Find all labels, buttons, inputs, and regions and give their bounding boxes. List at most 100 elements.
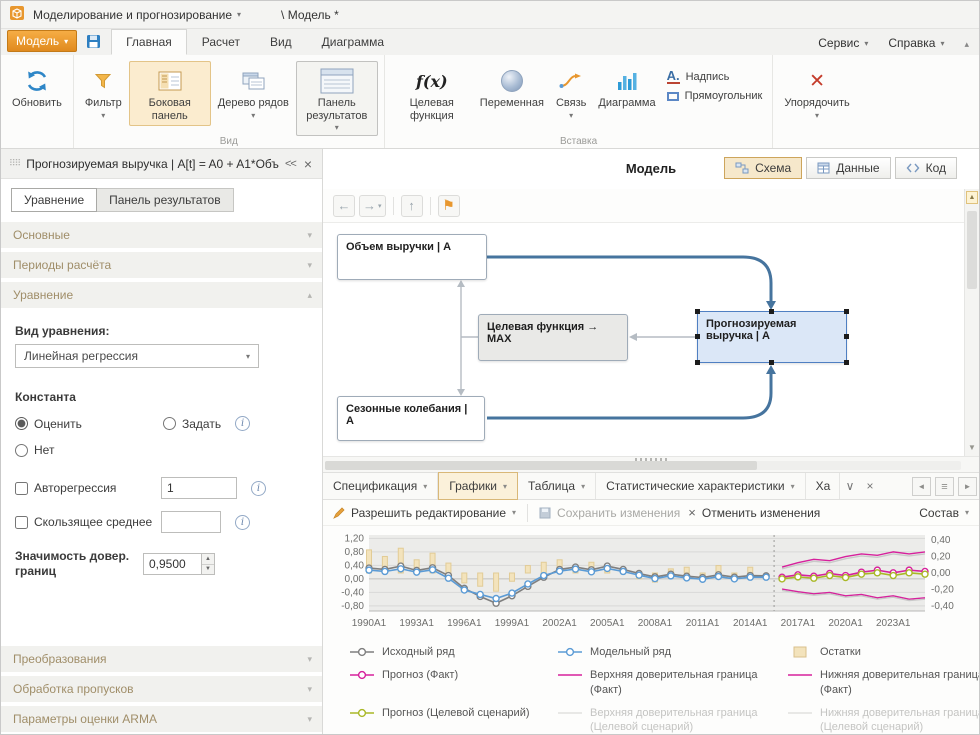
spin-down-icon[interactable]: ▼ bbox=[202, 564, 214, 575]
legend-item[interactable]: Остатки bbox=[787, 645, 980, 659]
more-tabs-icon[interactable]: ∨ bbox=[840, 473, 861, 499]
equation-kind-select[interactable]: Линейная регрессия ▾ bbox=[15, 344, 259, 368]
back-button[interactable]: ← bbox=[333, 195, 355, 217]
results-panel-button[interactable]: Панель результатов ▾ bbox=[296, 61, 378, 136]
tab-equation[interactable]: Уравнение bbox=[11, 188, 97, 212]
section-arma[interactable]: Параметры оценки ARMA▾ bbox=[1, 706, 322, 732]
save-changes-button[interactable]: Сохранить изменения bbox=[539, 506, 680, 520]
target-function-button[interactable]: f(x) Целевая функция bbox=[391, 61, 473, 126]
forward-button[interactable]: →▾ bbox=[359, 195, 386, 217]
view-scheme-button[interactable]: Схема bbox=[724, 157, 802, 179]
tab-truncated[interactable]: Ха bbox=[806, 473, 840, 499]
resize-handle[interactable] bbox=[844, 309, 849, 314]
refresh-button[interactable]: Обновить bbox=[7, 61, 67, 114]
horizontal-scrollbar-thumb[interactable] bbox=[325, 461, 757, 470]
scroll-tabs-right-button[interactable]: ► bbox=[958, 477, 977, 496]
composition-button[interactable]: Состав ▾ bbox=[919, 506, 969, 520]
legend-item[interactable]: Нижняя доверительная граница (Целевой сц… bbox=[787, 706, 980, 735]
tab-statistics[interactable]: Статистические характеристики▾ bbox=[596, 473, 806, 499]
view-data-button[interactable]: Данные bbox=[806, 157, 890, 179]
svg-text:0,20: 0,20 bbox=[931, 551, 951, 562]
resize-handle[interactable] bbox=[844, 360, 849, 365]
tab-charts[interactable]: Графики▾ bbox=[438, 472, 518, 500]
node-seasonal[interactable]: Сезонные колебания | A bbox=[337, 396, 485, 441]
collapse-ribbon-icon[interactable]: ▴ bbox=[954, 34, 979, 55]
tab-specification[interactable]: Спецификация▾ bbox=[323, 473, 438, 499]
horizontal-splitter[interactable] bbox=[323, 456, 979, 473]
app-menu-button[interactable]: Моделирование и прогнозирование ▾ bbox=[33, 8, 241, 22]
spin-up-icon[interactable]: ▲ bbox=[202, 554, 214, 564]
filter-button[interactable]: Фильтр ▾ bbox=[80, 61, 127, 124]
side-panel-button[interactable]: Боковая панель bbox=[129, 61, 211, 126]
link-button[interactable]: Связь ▾ bbox=[551, 61, 591, 124]
autoregression-checkbox[interactable]: Авторегрессия bbox=[15, 481, 161, 495]
resize-handle[interactable] bbox=[769, 309, 774, 314]
legend-item[interactable]: Верхняя доверительная граница (Целевой с… bbox=[557, 706, 779, 735]
resize-handle[interactable] bbox=[769, 360, 774, 365]
ribbon-tab-view[interactable]: Вид bbox=[255, 29, 307, 55]
tab-table[interactable]: Таблица▾ bbox=[518, 473, 596, 499]
legend-item[interactable]: Верхняя доверительная граница (Факт) bbox=[557, 668, 779, 697]
section-equation[interactable]: Уравнение▴ bbox=[1, 282, 322, 308]
label-button[interactable]: A. Надпись bbox=[667, 69, 763, 84]
node-forecast[interactable]: Прогнозируемая выручка | A bbox=[697, 311, 847, 363]
section-transformations[interactable]: Преобразования▾ bbox=[1, 646, 322, 672]
node-target-function[interactable]: Целевая функция → MAX bbox=[478, 314, 628, 361]
up-level-button[interactable]: ↑ bbox=[401, 195, 423, 217]
close-panel-button[interactable]: × bbox=[860, 473, 879, 499]
model-menu-button[interactable]: Модель ▾ bbox=[7, 30, 77, 52]
legend-label: Нижняя доверительная граница (Факт) bbox=[820, 668, 980, 697]
service-menu[interactable]: Сервис▾ bbox=[808, 31, 878, 55]
radio-estimate[interactable]: Оценить bbox=[15, 417, 163, 431]
cancel-changes-button[interactable]: × Отменить изменения bbox=[688, 505, 820, 520]
ribbon-tab-home[interactable]: Главная bbox=[111, 29, 187, 55]
insert-chart-button[interactable]: Диаграмма bbox=[593, 61, 660, 114]
legend-item[interactable]: Прогноз (Факт) bbox=[349, 668, 549, 697]
legend-item[interactable]: Прогноз (Целевой сценарий) bbox=[349, 706, 549, 735]
save-button[interactable] bbox=[81, 31, 105, 52]
floppy-icon bbox=[86, 34, 101, 49]
legend-item[interactable]: Исходный ряд bbox=[349, 645, 549, 659]
help-menu[interactable]: Справка▾ bbox=[878, 31, 954, 55]
tab-results-panel[interactable]: Панель результатов bbox=[96, 188, 233, 212]
scroll-tabs-left-button[interactable]: ◄ bbox=[912, 477, 931, 496]
node-revenue[interactable]: Объем выручки | A bbox=[337, 234, 487, 280]
scroll-down-button[interactable]: ▼ bbox=[966, 441, 978, 454]
drag-grip-icon[interactable]: ⠿⠿ bbox=[9, 158, 20, 169]
info-icon[interactable]: i bbox=[251, 481, 266, 496]
section-main[interactable]: Основные▾ bbox=[1, 222, 322, 248]
variable-button[interactable]: Переменная bbox=[475, 61, 549, 114]
resize-handle[interactable] bbox=[844, 334, 849, 339]
enable-editing-button[interactable]: Разрешить редактирование ▾ bbox=[333, 506, 516, 520]
radio-none[interactable]: Нет bbox=[15, 443, 54, 457]
collapse-panel-button[interactable]: << bbox=[285, 158, 296, 170]
close-icon[interactable]: × bbox=[302, 156, 314, 172]
arrange-button[interactable]: ✕ Упорядочить ▾ bbox=[779, 61, 854, 124]
legend-item[interactable]: Модельный ряд bbox=[557, 645, 779, 659]
ribbon-tab-chart[interactable]: Диаграмма bbox=[307, 29, 399, 55]
section-missing-data[interactable]: Обработка пропусков▾ bbox=[1, 676, 322, 702]
radio-set[interactable]: Задать bbox=[163, 417, 221, 431]
vertical-scrollbar[interactable]: ▲ ▼ bbox=[964, 189, 979, 456]
rectangle-button[interactable]: Прямоугольник bbox=[667, 90, 763, 102]
legend-item[interactable]: Нижняя доверительная граница (Факт) bbox=[787, 668, 980, 697]
moving-average-checkbox[interactable]: Скользящее среднее bbox=[15, 515, 161, 529]
significance-input[interactable] bbox=[143, 553, 201, 575]
scroll-locate-button[interactable]: ▲ bbox=[966, 191, 978, 204]
vertical-scrollbar-thumb[interactable] bbox=[967, 211, 977, 289]
tab-list-button[interactable]: ≡ bbox=[935, 477, 954, 496]
ribbon-tab-calculation[interactable]: Расчет bbox=[187, 29, 255, 55]
resize-handle[interactable] bbox=[695, 334, 700, 339]
flag-filter-button[interactable]: ⚑ bbox=[438, 195, 460, 217]
series-tree-button[interactable]: Дерево рядов ▾ bbox=[213, 61, 294, 124]
section-calc-periods[interactable]: Периоды расчёта▾ bbox=[1, 252, 322, 278]
moving-average-input[interactable] bbox=[161, 511, 221, 533]
resize-handle[interactable] bbox=[695, 309, 700, 314]
view-code-button[interactable]: Код bbox=[895, 157, 957, 179]
diagram-canvas[interactable]: Объем выручки | A Целевая функция → MAX … bbox=[323, 223, 966, 456]
autoregression-input[interactable] bbox=[161, 477, 237, 499]
horizontal-scrollbar[interactable] bbox=[325, 461, 961, 470]
info-icon[interactable]: i bbox=[235, 515, 250, 530]
resize-handle[interactable] bbox=[695, 360, 700, 365]
info-icon[interactable]: i bbox=[235, 416, 250, 431]
